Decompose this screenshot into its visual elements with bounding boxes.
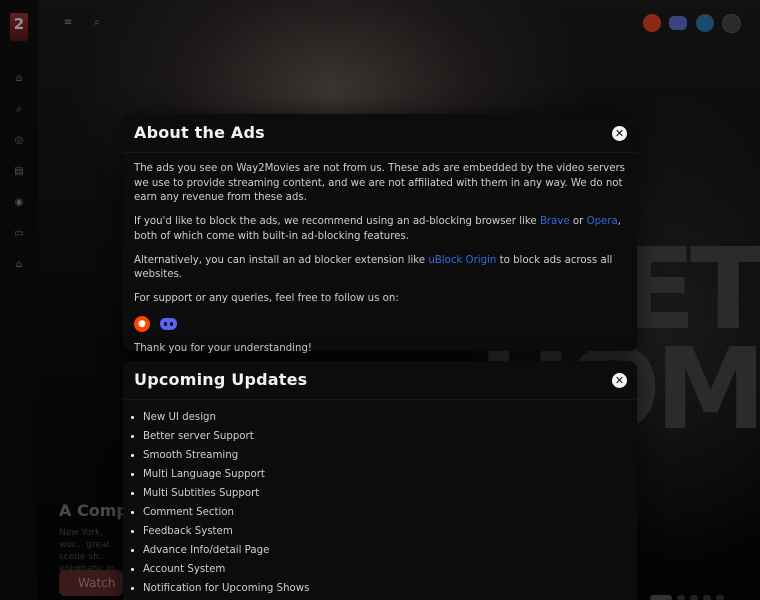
site-logo[interactable]: 2 [10,13,28,41]
close-icon[interactable]: ✕ [612,126,627,141]
opera-link[interactable]: Opera [587,216,618,227]
telegram-icon[interactable] [696,14,714,32]
sidebar: 2 ⌂ ⌕ ◎ ▤ ◉ ▭ ⌂ [0,0,38,600]
text-segment: If you'd like to block the ads, we recom… [134,216,540,227]
menu-icon[interactable]: ≡ [62,17,74,29]
list-item: Better server Support [143,427,637,446]
text-segment: Alternatively, you can install an ad blo… [134,254,429,266]
avatar[interactable] [722,14,741,33]
search-icon[interactable]: ⌕ [13,104,25,116]
list-item: Account System [143,560,637,579]
ads-disclaimer-text: The ads you see on Way2Movies are not fr… [134,163,625,203]
list-item: Advance Info/detail Page [143,541,637,560]
list-item: Multi Language Support [143,465,637,484]
upcoming-updates-modal: Upcoming Updates ✕ New UI design Better … [123,361,637,600]
bookmark-icon[interactable]: ▭ [13,228,25,240]
list-item: Notification for Upcoming Shows [143,579,637,598]
brave-link[interactable]: Brave [540,216,570,227]
reddit-icon[interactable] [643,14,661,32]
list-item: New UI design [143,408,637,427]
discord-icon[interactable] [160,318,177,330]
modal-title: About the Ads [134,123,265,142]
lock-icon[interactable]: ⌂ [13,259,25,271]
compass-icon[interactable]: ◎ [13,135,25,147]
list-item: Multi Subtitles Support [143,484,637,503]
ublock-origin-link[interactable]: uBlock Origin [428,255,496,266]
discord-icon[interactable] [669,16,687,30]
text-segment: or [569,216,587,227]
reddit-icon[interactable]: ● [134,316,150,332]
search-icon[interactable]: ⌕ [91,17,103,29]
close-icon[interactable]: ✕ [612,373,627,388]
follow-icons: ● [134,316,627,332]
modal-header: Upcoming Updates ✕ [123,361,637,400]
modal-header: About the Ads ✕ [123,114,637,153]
modal-body: The ads you see on Way2Movies are not fr… [123,153,637,357]
hero-description: New York, wor... great scene sh... enigm… [59,528,123,574]
movie-icon[interactable]: ▤ [13,166,25,178]
thanks-text: Thank you for your understanding! [134,343,313,354]
hero-title: A Complete [59,501,123,520]
support-text: For support or any queries, feel free to… [134,293,399,304]
list-item: Comment Section [143,503,637,522]
tv-icon[interactable]: ◉ [13,197,25,209]
home-icon[interactable]: ⌂ [13,73,25,85]
updates-list: New UI design Better server Support Smoo… [123,400,637,598]
watch-button[interactable]: Watch [59,570,123,596]
ad-block-extension-text: Alternatively, you can install an ad blo… [134,254,627,283]
ad-block-browser-text: If you'd like to block the ads, we recom… [134,215,627,244]
list-item: Feedback System [143,522,637,541]
list-item: Smooth Streaming [143,446,637,465]
modal-title: Upcoming Updates [134,370,308,389]
about-ads-modal: About the Ads ✕ The ads you see on Way2M… [123,114,637,354]
carousel-dots[interactable] [650,586,740,600]
